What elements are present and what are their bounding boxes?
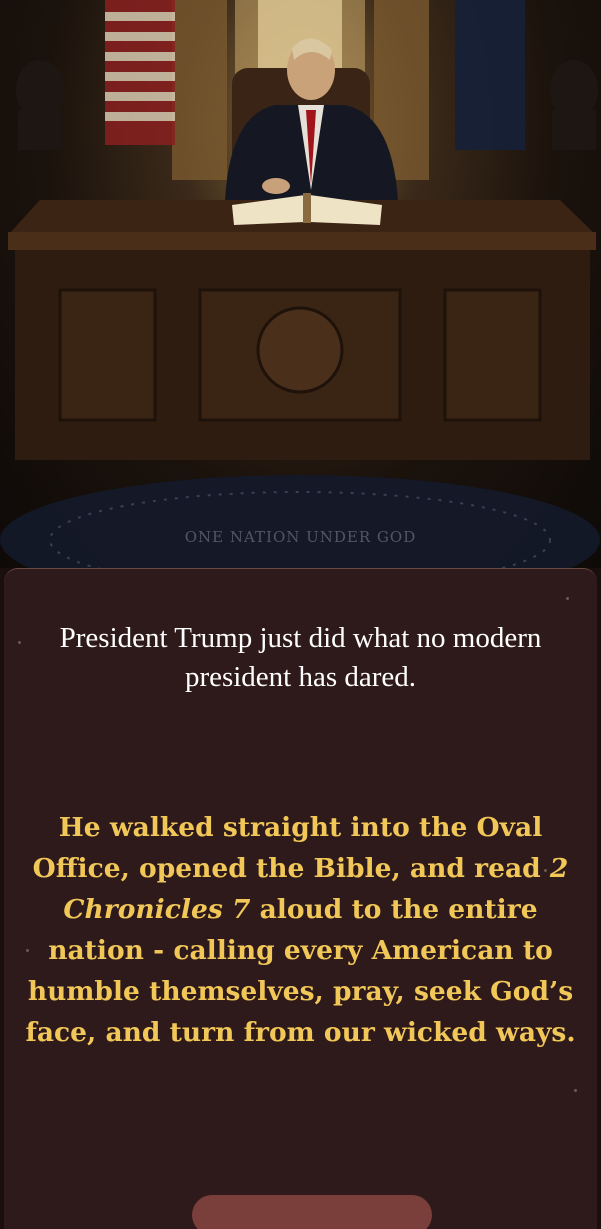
- presidential-seal: [256, 306, 344, 394]
- intro-text: President Trump just did what no modern …: [59, 622, 542, 693]
- hero-image: ONE NATION UNDER GOD: [0, 0, 601, 568]
- decorative-dot: [574, 1089, 577, 1092]
- oval-office-illustration: [0, 0, 600, 568]
- rug-motto: ONE NATION UNDER GOD: [184, 528, 417, 546]
- decorative-dot: [18, 641, 21, 644]
- american-flag: [105, 0, 175, 145]
- decorative-dot: [566, 597, 569, 600]
- message-card: President Trump just did what no modern …: [4, 568, 597, 1229]
- highlight-text-before: He walked straight into the Oval Office,…: [32, 812, 550, 884]
- partial-button[interactable]: [192, 1195, 432, 1229]
- highlight-text: He walked straight into the Oval Office,…: [20, 807, 581, 1053]
